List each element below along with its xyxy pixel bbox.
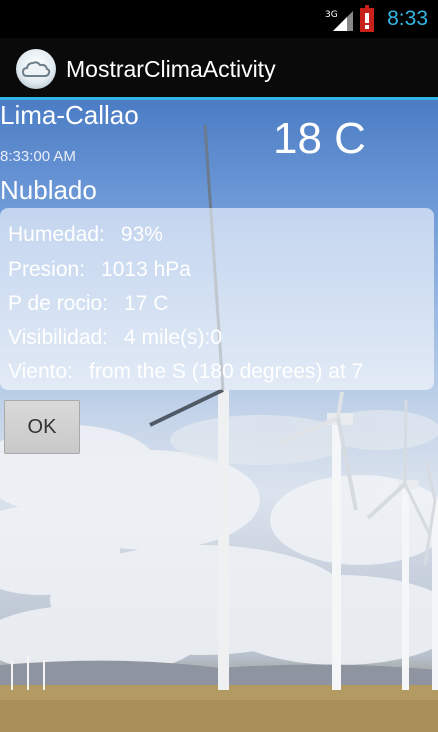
signal-icon: 3G xyxy=(325,10,353,31)
cloud-app-icon xyxy=(16,49,56,89)
detail-value: 4 mile(s):0 xyxy=(124,326,223,349)
detail-row-visibility: Visibilidad: 4 mile(s):0 xyxy=(8,326,222,350)
detail-value: 1013 hPa xyxy=(101,258,191,281)
detail-label: Visibilidad: xyxy=(8,326,109,349)
detail-value: 17 C xyxy=(124,292,169,315)
detail-row-humidity: Humedad: 93% xyxy=(8,223,163,247)
battery-alert-icon xyxy=(360,5,374,32)
detail-label: Humedad: xyxy=(8,223,105,246)
detail-value: 93% xyxy=(120,223,163,246)
detail-row-dew-point: P de rocio: 17 C xyxy=(8,292,168,316)
network-type-label: 3G xyxy=(325,10,338,20)
ok-button[interactable]: OK xyxy=(4,400,80,454)
temperature: 18 C xyxy=(273,114,366,163)
detail-label: Presion: xyxy=(8,258,86,281)
detail-row-pressure: Presion: 1013 hPa xyxy=(8,258,191,282)
city-name: Lima-Callao xyxy=(0,100,139,130)
status-time: 8:33 xyxy=(387,7,428,30)
detail-row-wind: Viento: from the S (180 degrees) at 7 xyxy=(8,360,363,384)
weather-condition: Nublado xyxy=(0,175,97,205)
status-bar: 3G 8:33 xyxy=(0,0,438,38)
detail-label: P de rocio: xyxy=(8,292,109,315)
weather-details-panel: Humedad: 93% Presion: 1013 hPa P de rocio:… xyxy=(0,208,434,390)
app-title: MostrarClimaActivity xyxy=(66,56,276,82)
action-bar: MostrarClimaActivity xyxy=(0,38,438,100)
observation-time: 8:33:00 AM xyxy=(0,148,76,165)
detail-value: from the S (180 degrees) at 7 xyxy=(89,360,364,383)
weather-content: Lima-Callao 8:33:00 AM Nublado 18 C Hume… xyxy=(0,100,438,732)
detail-label: Viento: xyxy=(8,360,73,383)
